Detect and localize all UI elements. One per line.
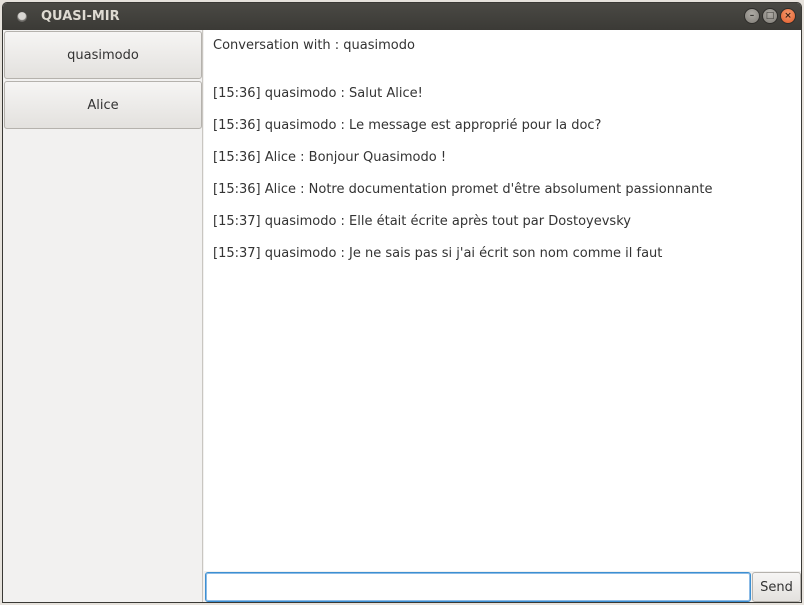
message-item: [15:36] quasimodo : Le message est appro… [213, 118, 602, 133]
contact-quasimodo[interactable]: quasimodo [4, 31, 202, 79]
contact-list: quasimodo Alice [3, 30, 203, 602]
message-item: [15:36] Alice : Notre documentation prom… [213, 182, 713, 197]
contact-alice[interactable]: Alice [4, 81, 202, 129]
composer-bar: Send [204, 571, 801, 602]
maximize-button[interactable]: □ [762, 8, 778, 24]
app-window: QUASI-MIR – □ × quasimodo Alice Conversa… [2, 2, 802, 603]
message-item: [15:37] quasimodo : Elle était écrite ap… [213, 214, 631, 229]
message-input[interactable] [205, 572, 751, 602]
message-item: [15:36] Alice : Bonjour Quasimodo ! [213, 150, 447, 165]
window-controls: – □ × [744, 8, 796, 24]
minimize-button[interactable]: – [744, 8, 760, 24]
message-item: [15:36] quasimodo : Salut Alice! [213, 86, 423, 101]
close-button[interactable]: × [780, 8, 796, 24]
conversation-header: Conversation with : quasimodo [213, 38, 415, 53]
app-icon [17, 11, 27, 22]
window-title: QUASI-MIR [41, 9, 120, 24]
send-button[interactable]: Send [752, 572, 801, 602]
message-list: [15:36] quasimodo : Salut Alice! [15:36]… [213, 86, 713, 278]
conversation-panel: Conversation with : quasimodo [15:36] qu… [204, 30, 801, 571]
message-item: [15:37] quasimodo : Je ne sais pas si j'… [213, 246, 663, 261]
title-bar[interactable]: QUASI-MIR – □ × [3, 3, 801, 30]
